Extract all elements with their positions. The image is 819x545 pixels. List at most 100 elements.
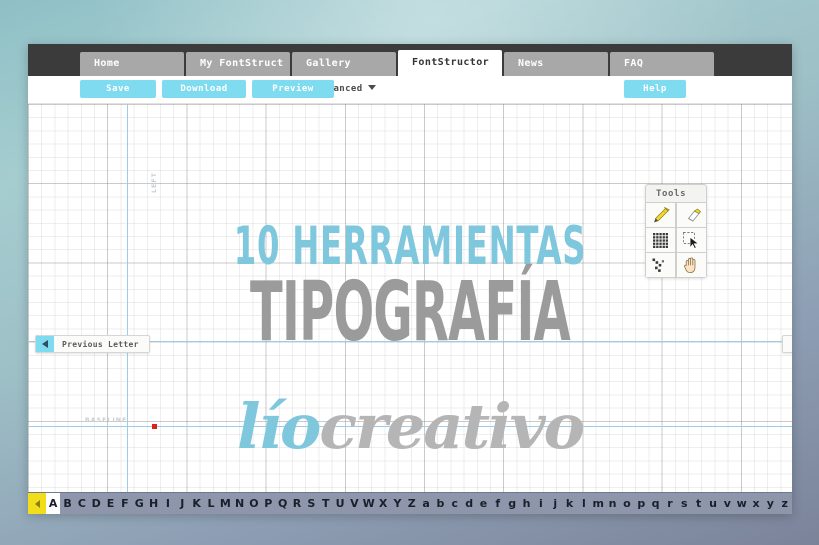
preview-button[interactable]: Preview — [252, 80, 334, 98]
glyph-cell[interactable]: V — [347, 493, 361, 514]
glyph-cell[interactable]: u — [706, 493, 720, 514]
glyph-cell[interactable]: T — [319, 493, 333, 514]
glyph-cell[interactable]: W — [362, 493, 376, 514]
pencil-tool-button[interactable] — [646, 203, 675, 227]
glyph-cell[interactable]: r — [663, 493, 677, 514]
glyph-cell[interactable]: a — [419, 493, 433, 514]
glyph-cell[interactable]: D — [89, 493, 103, 514]
glyph-cell[interactable]: t — [691, 493, 705, 514]
glyph-cell[interactable]: z — [778, 493, 792, 514]
glyph-cell[interactable]: S — [304, 493, 318, 514]
tools-grid — [646, 202, 706, 277]
glyph-cell[interactable]: N — [232, 493, 246, 514]
glyph-cell[interactable]: d — [462, 493, 476, 514]
nav-tab-label: Home — [94, 58, 120, 69]
nav-tab-fontstructor[interactable]: FontStructor — [398, 50, 502, 76]
glyph-cell[interactable]: Z — [405, 493, 419, 514]
glyph-cell[interactable]: M — [218, 493, 232, 514]
glyph-cell[interactable]: q — [648, 493, 662, 514]
glyph-cell[interactable]: Q — [276, 493, 290, 514]
glyph-cell[interactable]: C — [75, 493, 89, 514]
strip-previous-button[interactable] — [28, 493, 46, 514]
glyph-cell[interactable]: h — [519, 493, 533, 514]
pencil-icon — [651, 206, 670, 225]
glyph-cell[interactable]: s — [677, 493, 691, 514]
main-navigation-bar: Home My FontStruct Gallery FontStructor News… — [28, 44, 792, 76]
previous-letter-button[interactable]: Previous Letter — [35, 335, 150, 353]
glyph-cell[interactable]: J — [175, 493, 189, 514]
nav-tab-label: My FontStruct — [200, 58, 284, 69]
glyph-selector-strip: ABCDEFGHIJKLMNOPQRSTUVWXYZabcdefghijklmn… — [28, 492, 792, 514]
glyph-cell[interactable]: b — [433, 493, 447, 514]
eraser-tool-button[interactable] — [676, 203, 706, 227]
glyph-cell[interactable]: A — [46, 493, 61, 514]
triangle-left-icon — [34, 499, 40, 508]
glyph-cell[interactable]: B — [60, 493, 74, 514]
glyph-cell[interactable]: H — [146, 493, 160, 514]
grid-icon — [653, 232, 668, 248]
glyph-artwork: 10 HERRAMIENTAS TIPOGRAFÍA líocreativo — [28, 104, 792, 514]
glyph-cell[interactable]: U — [333, 493, 347, 514]
glyph-editor-canvas[interactable]: LEFT BASELINE 10 HERRAMIENTAS TIPOGRAFÍA… — [28, 104, 792, 514]
glyph-cell[interactable]: G — [132, 493, 146, 514]
nav-tab-label: FAQ — [624, 58, 644, 69]
next-letter-button[interactable] — [782, 335, 792, 353]
glyph-cell[interactable]: m — [591, 493, 605, 514]
artwork-logo: líocreativo — [28, 390, 792, 463]
glyph-cell[interactable]: v — [720, 493, 734, 514]
nav-tab-my-fontstruct[interactable]: My FontStruct — [186, 52, 290, 76]
glyph-cell[interactable]: p — [634, 493, 648, 514]
nav-tab-gallery[interactable]: Gallery — [292, 52, 396, 76]
nav-tab-label: Gallery — [306, 58, 351, 69]
select-tool-button[interactable] — [676, 228, 706, 252]
hand-icon — [682, 256, 700, 274]
nav-tab-label: News — [518, 58, 544, 69]
glyph-cell[interactable]: l — [577, 493, 591, 514]
glyph-cell[interactable]: E — [103, 493, 117, 514]
eraser-icon — [682, 206, 701, 225]
glyph-cell[interactable]: O — [247, 493, 261, 514]
save-button[interactable]: Save — [80, 80, 156, 98]
nav-tab-faq[interactable]: FAQ — [610, 52, 714, 76]
editor-toolbar: Advanced Save Download Preview Help — [28, 76, 792, 104]
chevron-down-icon — [367, 85, 376, 90]
artwork-logo-secondary: creativo — [319, 390, 585, 463]
glyph-cell[interactable]: x — [749, 493, 763, 514]
artwork-logo-primary: lío — [236, 390, 321, 463]
nav-tab-news[interactable]: News — [504, 52, 608, 76]
tools-panel: Tools — [645, 184, 707, 278]
brick-tool-button[interactable] — [646, 253, 675, 277]
glyph-cell[interactable]: F — [118, 493, 132, 514]
glyph-cell[interactable]: X — [376, 493, 390, 514]
glyph-cell[interactable]: j — [548, 493, 562, 514]
triangle-left-icon — [36, 336, 54, 352]
glyph-cell[interactable]: Y — [390, 493, 404, 514]
artwork-headline-secondary: TIPOGRAFÍA — [250, 263, 571, 360]
glyph-cell[interactable]: e — [476, 493, 490, 514]
glyph-cell[interactable]: L — [204, 493, 218, 514]
app-window: Home My FontStruct Gallery FontStructor News… — [28, 44, 792, 514]
glyph-cell[interactable]: i — [534, 493, 548, 514]
dotted-diagonal-icon — [652, 257, 669, 274]
glyph-cell[interactable]: n — [605, 493, 619, 514]
nav-tab-home[interactable]: Home — [80, 52, 184, 76]
glyph-cell[interactable]: y — [763, 493, 777, 514]
glyph-cell[interactable]: c — [448, 493, 462, 514]
nav-tab-label: FontStructor — [412, 57, 490, 68]
glyph-cell[interactable]: P — [261, 493, 275, 514]
glyph-cell[interactable]: R — [290, 493, 304, 514]
previous-letter-label: Previous Letter — [62, 339, 139, 349]
select-arrow-icon — [682, 231, 700, 249]
tools-panel-title: Tools — [656, 189, 687, 199]
glyph-cell[interactable]: k — [562, 493, 576, 514]
glyph-cell[interactable]: g — [505, 493, 519, 514]
pan-tool-button[interactable] — [676, 253, 706, 277]
glyph-cell[interactable]: I — [161, 493, 175, 514]
glyph-cell[interactable]: K — [189, 493, 203, 514]
download-button[interactable]: Download — [162, 80, 246, 98]
grid-tool-button[interactable] — [646, 228, 675, 252]
glyph-cell[interactable]: o — [620, 493, 634, 514]
glyph-cell[interactable]: f — [491, 493, 505, 514]
glyph-cell[interactable]: w — [735, 493, 749, 514]
help-button[interactable]: Help — [624, 80, 686, 98]
